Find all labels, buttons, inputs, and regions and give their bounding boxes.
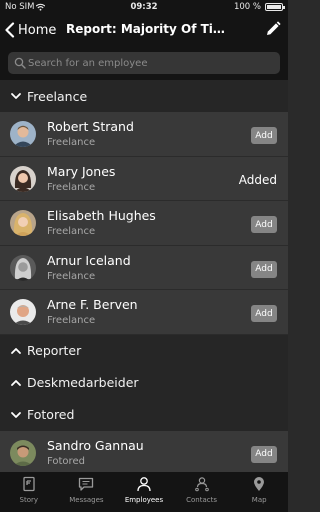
add-button[interactable]: Add: [251, 305, 277, 323]
section-header-fotored[interactable]: Fotored: [0, 398, 288, 431]
section-header-reporter[interactable]: Reporter: [0, 334, 288, 367]
tab-label: Story: [19, 496, 39, 504]
section-header-deskmedarbeider[interactable]: Deskmedarbeider: [0, 366, 288, 399]
tab-map[interactable]: Map: [230, 472, 288, 512]
chevron-up-icon: [11, 380, 21, 386]
employee-name: Arnur Iceland: [47, 252, 131, 268]
chevron-down-icon: [11, 93, 21, 99]
search-bar: [0, 46, 288, 80]
search-input[interactable]: [28, 52, 274, 74]
list-item[interactable]: Arne F. Berven Freelance Add: [0, 290, 288, 335]
navigation-bar: Home Report: Majority Of Time In Freelan…: [0, 14, 288, 46]
story-icon: [23, 476, 35, 492]
list-item[interactable]: Elisabeth Hughes Freelance Add: [0, 201, 288, 246]
page-title: Report: Majority Of Time In Freelance: [66, 22, 231, 36]
avatar: [10, 165, 36, 192]
tab-contacts[interactable]: Contacts: [173, 472, 231, 512]
chevron-up-icon: [11, 348, 21, 354]
employee-name: Elisabeth Hughes: [47, 208, 156, 224]
tab-label: Messages: [69, 496, 104, 504]
search-field[interactable]: [8, 52, 280, 74]
employee-name: Sandro Gannau: [47, 437, 144, 453]
back-label: Home: [18, 22, 57, 38]
list-item[interactable]: Arnur Iceland Freelance Add: [0, 245, 288, 291]
tab-label: Contacts: [186, 496, 218, 504]
add-button[interactable]: Add: [251, 216, 277, 234]
map-pin-icon: [254, 477, 265, 491]
chevron-left-icon: [5, 22, 15, 38]
employee-type: Freelance: [47, 315, 96, 327]
status-bar: No SIM 09:32 100 %: [0, 0, 288, 14]
section-header-freelance[interactable]: Freelance: [0, 80, 288, 112]
avatar: [10, 210, 36, 237]
add-button[interactable]: Add: [251, 445, 277, 463]
employee-name: Arne F. Berven: [47, 297, 138, 313]
avatar: [10, 439, 36, 466]
employee-list: Freelance Robert Strand Freelance Add Ma…: [0, 80, 288, 472]
battery-percentage: 100 %: [233, 2, 261, 12]
tab-messages[interactable]: Messages: [58, 472, 116, 512]
employees-icon: [137, 477, 151, 492]
section-title: Reporter: [27, 343, 82, 359]
tab-story[interactable]: Story: [0, 472, 58, 512]
tab-label: Map: [251, 496, 267, 504]
tab-label: Employees: [124, 496, 164, 504]
search-icon: [14, 57, 26, 69]
contacts-icon: [194, 477, 209, 492]
avatar: [10, 254, 36, 281]
section-title: Fotored: [27, 407, 75, 423]
section-title: Freelance: [27, 88, 88, 104]
employee-type: Freelance: [47, 181, 96, 193]
avatar: [10, 299, 36, 326]
add-button[interactable]: Add: [251, 127, 277, 144]
employee-type: Freelance: [47, 137, 96, 148]
battery-icon: [265, 3, 285, 11]
pencil-icon[interactable]: [264, 20, 282, 38]
list-item[interactable]: Mary Jones Freelance Added: [0, 156, 288, 202]
chevron-down-icon: [11, 412, 21, 418]
employee-name: Mary Jones: [47, 163, 116, 179]
employee-type: Freelance: [47, 226, 96, 238]
employee-type: Fotored: [47, 455, 85, 467]
add-button[interactable]: Add: [251, 260, 277, 278]
section-title: Deskmedarbeider: [27, 375, 139, 391]
messages-icon: [79, 477, 94, 491]
added-status: Added: [238, 172, 277, 187]
tab-bar: Story Messages Employees Contacts Map: [0, 472, 288, 512]
list-item[interactable]: Robert Strand Freelance Add: [0, 112, 288, 157]
back-button[interactable]: Home: [4, 20, 56, 40]
employee-type: Freelance: [47, 270, 96, 282]
list-item[interactable]: Sandro Gannau Fotored Add: [0, 430, 288, 472]
employee-name: Robert Strand: [47, 119, 134, 134]
avatar: [10, 121, 36, 147]
tab-employees[interactable]: Employees: [115, 472, 173, 512]
